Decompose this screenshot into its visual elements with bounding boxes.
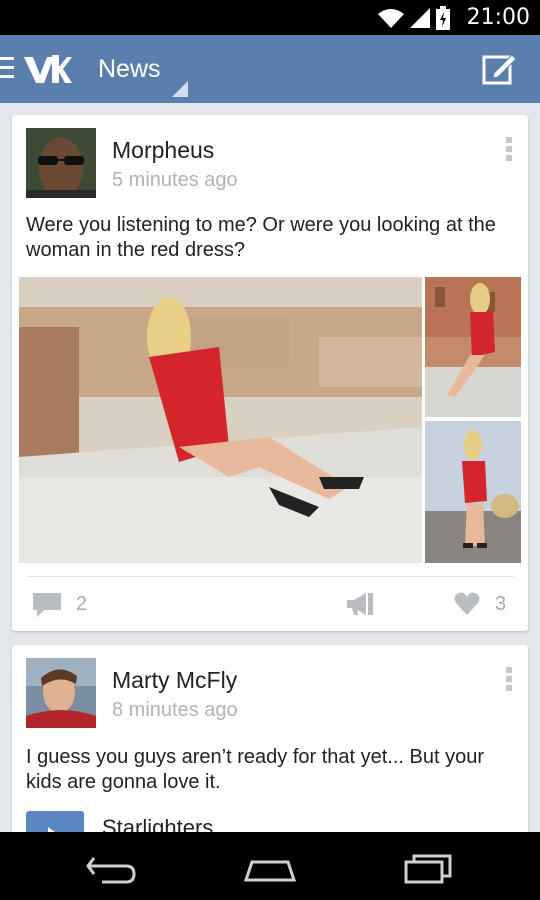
more-vert-icon[interactable] [506, 137, 512, 161]
avatar[interactable] [26, 128, 96, 198]
compose-icon[interactable] [482, 51, 518, 87]
post-card: Marty McFly 8 minutes ago I guess you gu… [12, 645, 528, 845]
app-bar: News [0, 35, 540, 103]
status-bar: 21:00 [0, 0, 540, 35]
recent-apps-icon[interactable] [398, 848, 458, 888]
post-text: I guess you guys aren’t ready for that y… [26, 746, 485, 793]
divider [26, 576, 514, 577]
comment-count[interactable]: 2 [76, 593, 87, 616]
vk-logo[interactable] [22, 49, 72, 89]
comment-icon[interactable] [32, 592, 62, 618]
wifi-icon [378, 9, 404, 28]
post-author[interactable]: Morpheus [112, 137, 214, 164]
menu-icon[interactable] [0, 57, 14, 79]
share-icon[interactable] [346, 590, 374, 618]
heart-icon[interactable] [453, 590, 481, 618]
system-nav-bar [0, 832, 540, 900]
post-photo-main[interactable] [19, 277, 422, 563]
battery-icon [436, 6, 450, 30]
avatar[interactable] [26, 658, 96, 728]
post-photo-2[interactable] [425, 277, 521, 417]
post-time: 5 minutes ago [112, 169, 238, 191]
post-text: Were you listening to me? Or were you lo… [26, 214, 496, 261]
home-icon[interactable] [240, 848, 300, 888]
like-count[interactable]: 3 [495, 593, 506, 616]
post-author[interactable]: Marty McFly [112, 667, 237, 694]
signal-icon [410, 8, 430, 28]
post-photo-3[interactable] [425, 421, 521, 563]
dropdown-triangle-icon[interactable] [172, 81, 188, 97]
post-card: Morpheus 5 minutes ago Were you listenin… [12, 115, 528, 631]
page-title[interactable]: News [98, 55, 161, 84]
post-time: 8 minutes ago [112, 699, 238, 721]
back-icon[interactable] [82, 848, 142, 888]
more-vert-icon[interactable] [506, 667, 512, 691]
clock: 21:00 [466, 5, 530, 30]
